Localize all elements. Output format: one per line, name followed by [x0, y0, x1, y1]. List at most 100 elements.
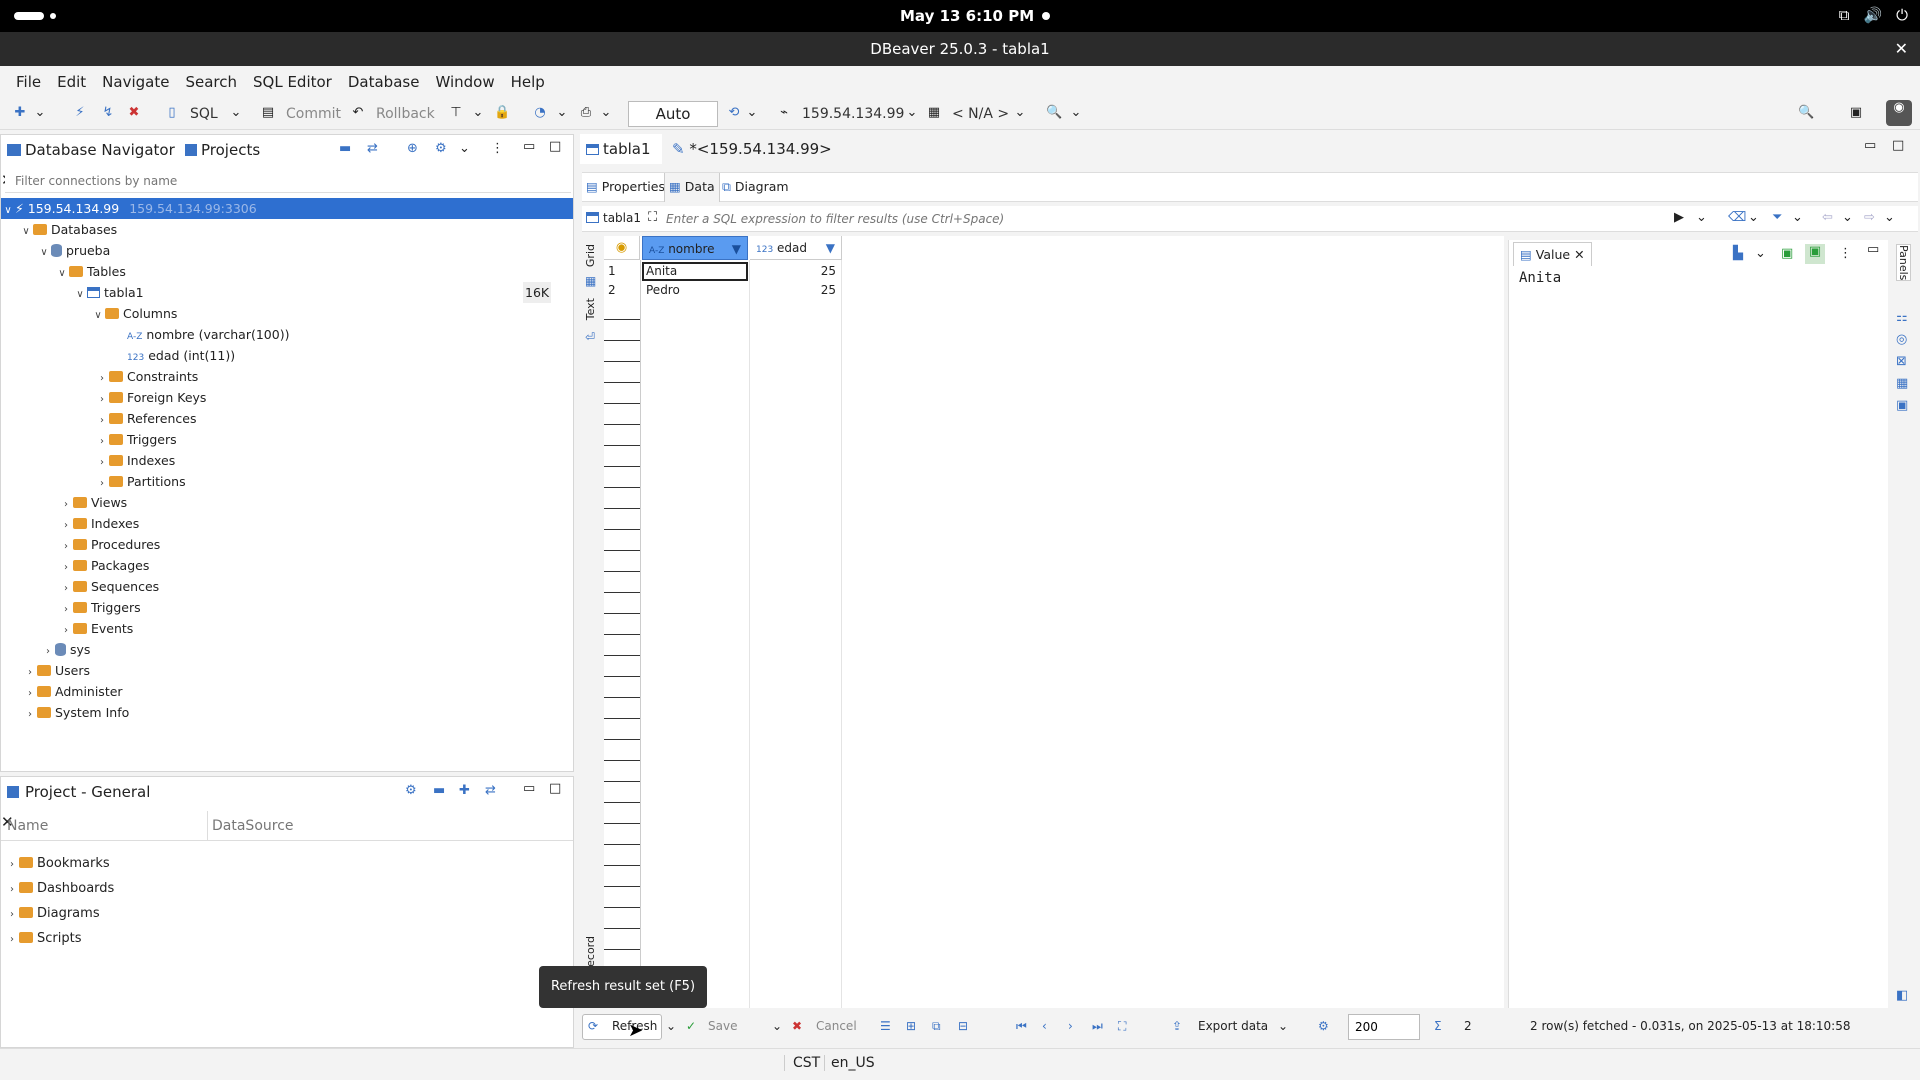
rollback-button[interactable]: Rollback — [376, 104, 435, 124]
print-icon[interactable]: ⎙ — [578, 105, 594, 121]
sort-filter-icon[interactable]: ▼ — [826, 236, 835, 260]
link-icon[interactable]: ⇄ — [485, 783, 496, 798]
row-count-icon[interactable]: Σ — [1434, 1019, 1442, 1033]
column-header-edad[interactable]: 123 edad ▼ — [750, 236, 842, 260]
filter-icon[interactable]: ⏷ — [1772, 210, 1782, 225]
tree-connection[interactable]: ∨ ⚡ 159.54.134.99 159.54.134.99:3306 — [1, 198, 573, 219]
export-data-button[interactable]: Export data — [1198, 1019, 1268, 1033]
collapse-icon[interactable]: ▬ — [433, 783, 445, 798]
minimize-icon[interactable]: ▭ — [523, 781, 535, 796]
sql-dropdown-icon[interactable]: ⌄ — [228, 105, 244, 121]
forward-icon[interactable]: ⇨ — [1864, 210, 1875, 225]
project-item-scripts[interactable]: › Scripts — [5, 928, 81, 949]
select-all-corner-icon[interactable]: ◉ — [604, 236, 640, 260]
tree-triggers[interactable]: › Triggers — [95, 429, 177, 450]
tree-packages[interactable]: › Packages — [59, 555, 149, 576]
tab-database-navigator[interactable]: Database Navigator ✕ — [1, 135, 179, 189]
power-icon[interactable]: ⏻ — [1896, 6, 1908, 24]
reconnect-icon[interactable]: ↯ — [100, 105, 116, 121]
global-search-icon[interactable]: 🔍 — [1798, 105, 1814, 121]
tree-partitions[interactable]: › Partitions — [95, 471, 186, 492]
editor-tab-script[interactable]: ✎ *<159.54.134.99> Script — [672, 134, 872, 188]
connect-icon[interactable]: ⚡ — [72, 105, 88, 121]
copy-row-icon[interactable]: ⧉ — [932, 1019, 941, 1034]
panel-toggle-icon[interactable]: ◧ — [1896, 988, 1908, 1003]
collapse-all-icon[interactable]: ▬ — [339, 141, 351, 156]
menu-file[interactable]: File — [8, 73, 49, 91]
transaction-mode-selector[interactable]: Auto — [628, 101, 718, 127]
perspective-icon[interactable]: ▣ — [1848, 105, 1864, 121]
volume-icon[interactable]: 🔊 — [1863, 6, 1882, 24]
new-connection-icon[interactable]: ✚ — [12, 105, 28, 121]
panel-grouping-icon[interactable]: ▦ — [1896, 376, 1908, 391]
close-window-icon[interactable]: ✕ — [1895, 32, 1908, 66]
auto-apply-icon[interactable]: ▣ — [1805, 244, 1825, 264]
grid-mode-tab[interactable]: Grid — [584, 244, 597, 267]
back-icon[interactable]: ⇦ — [1822, 210, 1833, 225]
tree-views[interactable]: › Views — [59, 492, 127, 513]
panel-metadata-icon[interactable]: ◎ — [1896, 332, 1907, 347]
tree-procedures[interactable]: › Procedures — [59, 534, 160, 555]
sort-filter-icon[interactable]: ▼ — [732, 237, 741, 261]
lock-icon[interactable]: 🔒 — [494, 105, 510, 121]
tree-references[interactable]: › References — [95, 408, 196, 429]
tree-administer[interactable]: › Administer — [23, 681, 123, 702]
schema-dropdown-icon[interactable]: ⌄ — [1012, 105, 1028, 121]
viewer-dropdown-icon[interactable]: ⌄ — [1755, 246, 1766, 261]
filter-connections-input[interactable] — [5, 169, 571, 193]
maximize-icon[interactable]: □ — [549, 139, 561, 154]
system-clock[interactable]: May 13 6:10 PM — [900, 7, 1034, 25]
value-panel-tab[interactable]: ▤ Value ✕ — [1513, 242, 1592, 266]
subtab-properties[interactable]: ▤ Properties — [586, 179, 665, 194]
column-datasource-header[interactable]: DataSource — [207, 811, 294, 841]
panel-aggregate-icon[interactable]: ⚏ — [1896, 310, 1908, 325]
save-value-icon[interactable]: ▣ — [1781, 246, 1793, 261]
tree-triggers-db[interactable]: › Triggers — [59, 597, 141, 618]
apply-filter-icon[interactable]: ▶ — [1674, 210, 1684, 225]
history-icon[interactable]: ⟲ — [726, 105, 742, 121]
tree-indexes-db[interactable]: › Indexes — [59, 513, 139, 534]
panels-tab[interactable]: Panels — [1896, 244, 1911, 282]
new-folder-icon[interactable]: ⊕ — [407, 141, 418, 156]
value-menu-icon[interactable]: ⋮ — [1839, 246, 1852, 261]
save-button[interactable]: Save — [708, 1019, 737, 1033]
tree-db-sys[interactable]: › sys — [41, 639, 90, 660]
last-page-icon[interactable]: ⏭ — [1092, 1019, 1103, 1034]
menu-window[interactable]: Window — [427, 73, 502, 91]
add-row-icon[interactable]: ⊞ — [906, 1019, 916, 1033]
dbeaver-perspective-icon[interactable]: ◉ — [1886, 100, 1912, 126]
tree-column-edad[interactable]: 123 edad (int(11)) — [127, 345, 235, 366]
cell-edad[interactable]: 25 — [750, 281, 836, 300]
settings-icon[interactable]: ⚙ — [405, 783, 417, 798]
expand-filter-icon[interactable]: ⛶ — [648, 210, 657, 225]
menu-sql-editor[interactable]: SQL Editor — [245, 73, 340, 91]
filter-config-icon[interactable]: ⚙ — [435, 141, 447, 156]
filter-dropdown-icon[interactable]: ⌄ — [1792, 210, 1803, 225]
editor-maximize-icon[interactable]: □ — [1892, 138, 1904, 153]
network-icon[interactable]: ⧉ — [1839, 6, 1850, 24]
sql-filter-input[interactable] — [666, 208, 1756, 230]
cancel-button[interactable]: Cancel — [816, 1019, 857, 1033]
column-header-nombre[interactable]: A-Z nombre ▼ — [642, 236, 748, 260]
tab-project-general[interactable]: Project - General ✕ — [1, 777, 165, 831]
tree-column-nombre[interactable]: A-Z nombre (varchar(100)) — [127, 324, 289, 345]
tree-tables[interactable]: ∨ Tables — [55, 261, 126, 282]
tab-projects[interactable]: Projects — [183, 135, 293, 165]
subtab-data[interactable]: ▦ Data — [664, 173, 720, 202]
forward-dropdown-icon[interactable]: ⌄ — [1884, 210, 1895, 225]
text-mode-tab[interactable]: Text — [584, 298, 597, 320]
cell-nombre[interactable]: Anita — [642, 262, 748, 281]
fetch-all-icon[interactable]: ⛶ — [1118, 1019, 1126, 1034]
tree-users[interactable]: › Users — [23, 660, 90, 681]
history-dropdown-icon[interactable]: ⌄ — [744, 105, 760, 121]
connection-dropdown-icon[interactable]: ⌄ — [904, 105, 920, 121]
value-content[interactable]: Anita — [1519, 270, 1561, 286]
print-dropdown-icon[interactable]: ⌄ — [598, 105, 614, 121]
delete-row-icon[interactable]: ⊟ — [958, 1019, 968, 1033]
save-dropdown-icon[interactable]: ⌄ — [772, 1019, 782, 1033]
first-page-icon[interactable]: ⏮ — [1016, 1019, 1027, 1034]
back-dropdown-icon[interactable]: ⌄ — [1842, 210, 1853, 225]
editor-minimize-icon[interactable]: ▭ — [1864, 138, 1876, 153]
project-item-dashboards[interactable]: › Dashboards — [5, 878, 114, 899]
menu-help[interactable]: Help — [503, 73, 553, 91]
